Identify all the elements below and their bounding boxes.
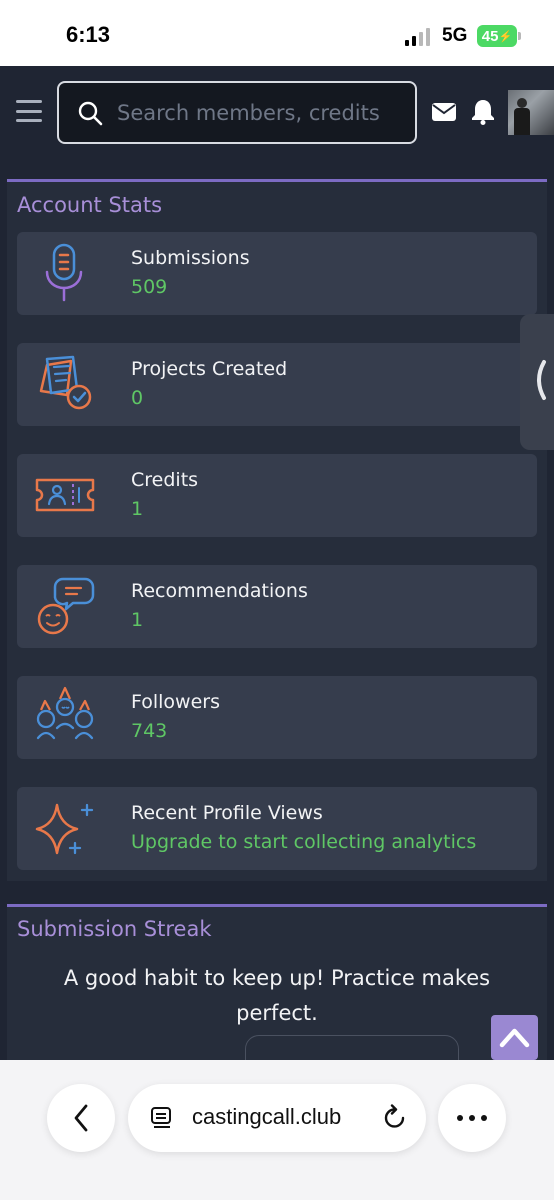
stat-value: 1 — [131, 498, 144, 520]
upgrade-analytics-link[interactable]: Upgrade to start collecting analytics — [131, 831, 476, 853]
stat-label: Recommendations — [131, 580, 308, 602]
stat-value: 509 — [131, 276, 168, 298]
mail-icon[interactable] — [432, 103, 456, 121]
stat-card-submissions[interactable]: Submissions 509 — [17, 232, 537, 315]
account-stats-panel: Account Stats Submissions 509 Projects C… — [7, 179, 547, 881]
more-options-button[interactable] — [438, 1084, 506, 1152]
stat-value: 743 — [131, 720, 168, 742]
stat-label: Credits — [131, 469, 199, 491]
submission-streak-title: Submission Streak — [17, 917, 212, 941]
menu-icon[interactable] — [16, 100, 42, 122]
status-time: 6:13 — [66, 22, 111, 47]
stat-card-credits[interactable]: Credits 1 — [17, 454, 537, 537]
cellular-signal-icon — [405, 28, 430, 46]
microphone-icon — [45, 243, 83, 302]
chevron-left-icon — [537, 360, 546, 400]
ticket-icon — [35, 478, 95, 512]
chevron-up-icon — [499, 1028, 530, 1048]
stat-card-followers[interactable]: Followers 743 — [17, 676, 537, 759]
sparkle-icon — [35, 803, 94, 855]
battery-tip — [518, 32, 521, 40]
status-bar: 6:13 5G 45 ⚡ — [0, 0, 554, 66]
scroll-to-top-button[interactable] — [491, 1015, 538, 1060]
reader-mode-icon — [151, 1107, 171, 1128]
avatar[interactable] — [508, 90, 554, 135]
reload-icon[interactable] — [383, 1104, 407, 1130]
network-type: 5G — [442, 25, 468, 46]
search-bar[interactable] — [57, 81, 417, 144]
party-people-icon — [36, 686, 94, 740]
stat-card-recommendations[interactable]: Recommendations 1 — [17, 565, 537, 648]
battery-level: 45 — [481, 27, 499, 45]
side-drawer-toggle[interactable] — [520, 314, 554, 450]
back-button[interactable] — [47, 1084, 115, 1152]
stat-card-projects-created[interactable]: Projects Created 0 — [17, 343, 537, 426]
stat-label: Followers — [131, 691, 220, 713]
bell-icon[interactable] — [471, 99, 495, 125]
clipboard-check-icon — [39, 355, 92, 410]
stat-value: 1 — [131, 609, 144, 631]
search-icon — [78, 101, 103, 125]
stat-label: Recent Profile Views — [131, 802, 323, 824]
submission-streak-text: A good habit to keep up! Practice makes … — [63, 966, 491, 1025]
submission-streak-panel: Submission Streak A good habit to keep u… — [7, 904, 547, 1060]
speech-bubble-face-icon — [37, 577, 95, 635]
stat-card-recent-profile-views[interactable]: Recent Profile Views Upgrade to start co… — [17, 787, 537, 870]
stat-label: Projects Created — [131, 358, 288, 380]
streak-button[interactable] — [245, 1035, 459, 1060]
stat-value: 0 — [131, 387, 144, 409]
stat-label: Submissions — [131, 247, 250, 269]
account-stats-title: Account Stats — [17, 193, 163, 217]
search-input[interactable] — [117, 100, 397, 125]
main-content: Account Stats Submissions 509 Projects C… — [0, 158, 554, 1060]
battery-icon: 45 ⚡ — [477, 25, 517, 47]
ellipsis-icon — [457, 1115, 487, 1121]
chevron-left-icon — [74, 1104, 88, 1132]
address-bar[interactable]: castingcall.club — [128, 1084, 426, 1152]
url-text: castingcall.club — [192, 1104, 342, 1129]
